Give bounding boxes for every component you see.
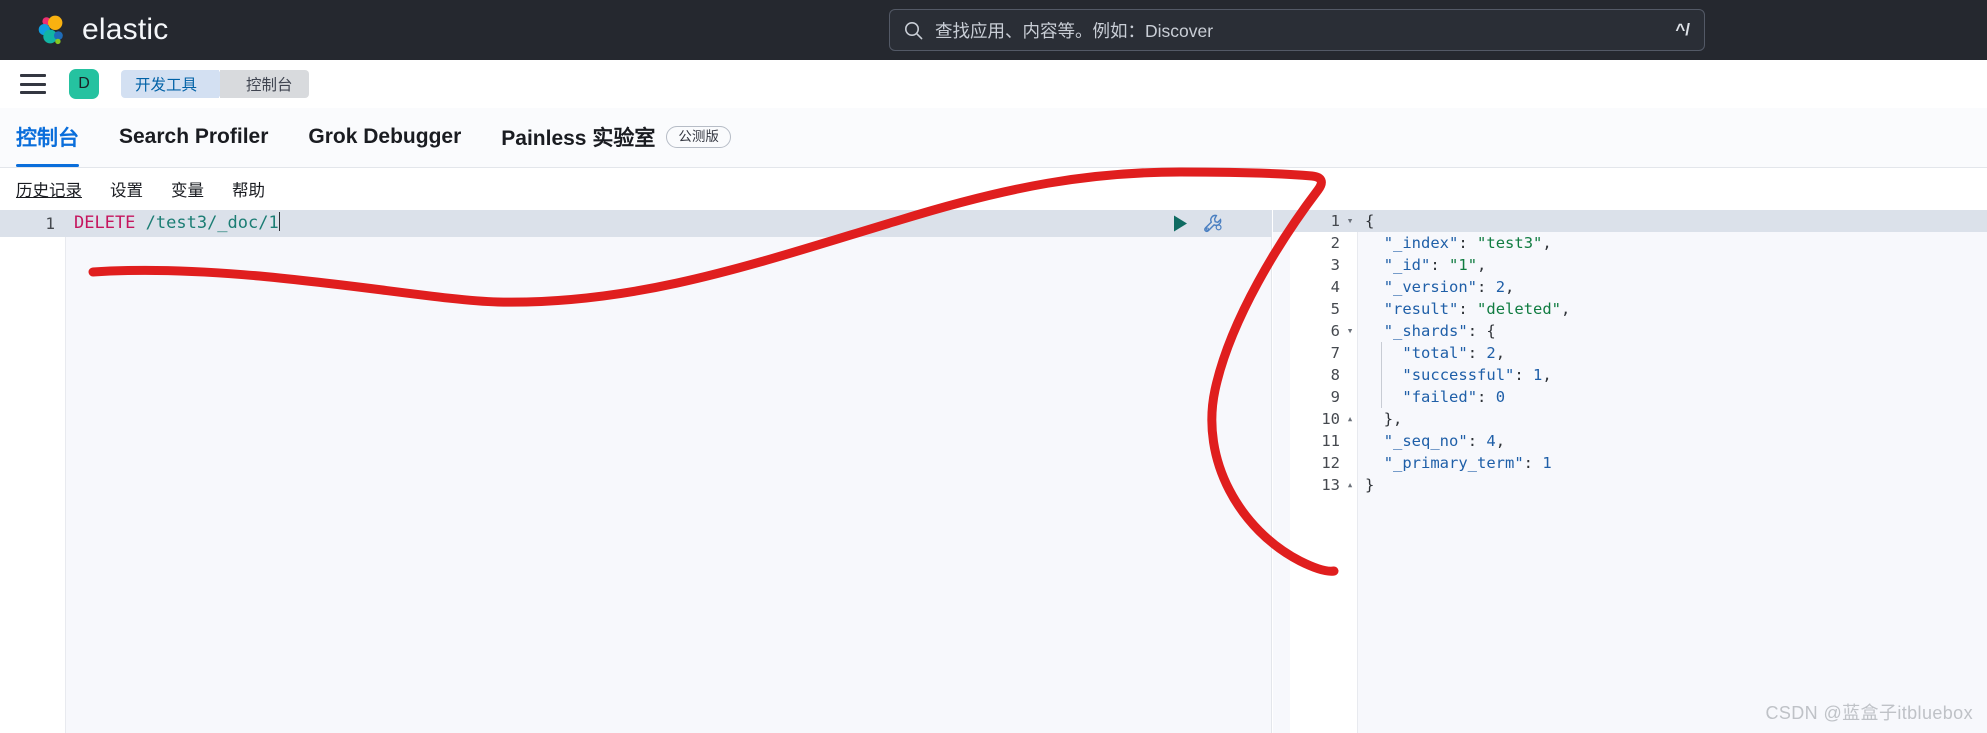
status-badge: 公测版 [666,125,731,149]
tab-search-profiler-label: Search Profiler [119,125,269,148]
console-page: elastic 查找应用、内容等。例如：Discover ^/ D 开发工具 控 [0,0,1987,733]
tab-search-profiler[interactable]: Search Profiler [119,107,268,167]
search-shortcut-hint: ^/ [1675,20,1690,39]
hamburger-menu-icon[interactable] [20,74,46,94]
response-json: 1 ▾{2 "_index": "test3", 3 "_id": "1", 4 "_… [1273,210,1987,496]
brand[interactable]: elastic [34,13,168,47]
fold-toggle-icon[interactable]: ▾ [1345,210,1355,232]
brand-name: elastic [82,13,169,46]
response-line-text: "_index": "test3", [1383,234,1552,252]
response-line: 12 "_primary_term": 1 [1273,452,1987,474]
response-line: 8 "successful": 1, [1273,364,1987,386]
console-panes: 1 DELETE /test3/_doc/1 1 ▾ {2 "_index":… [0,210,1987,733]
response-line-text: "_id": "1", [1383,256,1487,274]
response-line-number: 7 [1330,344,1340,362]
response-line-text: "_primary_term": 1 [1383,454,1552,472]
play-run-icon[interactable] [1172,214,1189,233]
breadcrumb-item-dev-tools[interactable]: 开发工具 [121,70,233,98]
response-line-number: 4 [1330,278,1340,296]
breadcrumb-item-console[interactable]: 控制台 [220,70,309,98]
response-line-text: "failed": 0 [1402,388,1506,406]
primary-tabs: 控制台 Search Profiler Grok Debugger Painle… [0,108,1987,168]
response-line-number: 11 [1321,432,1340,450]
search-input[interactable]: 查找应用、内容等。例如：Discover [935,18,1675,43]
request-editor[interactable]: 1 DELETE /test3/_doc/1 [0,210,1272,733]
response-line-text: "total": 2, [1402,344,1506,362]
breadcrumb-bar: D 开发工具 控制台 [0,60,1987,108]
response-line-text: { [1365,212,1375,230]
response-line: 9 "failed": 0 [1273,386,1987,408]
search-icon [904,21,923,40]
response-line-number: 12 [1321,454,1340,472]
tab-console[interactable]: 控制台 [16,107,79,167]
editor-actions [1172,210,1224,237]
response-line-number: 13 [1321,476,1340,494]
response-line: 4 "_version": 2, [1273,276,1987,298]
response-line: 3 "_id": "1", [1273,254,1987,276]
tab-painless-lab[interactable]: Painless 实验室 公测版 [501,107,731,167]
editor-gutter [0,210,66,733]
response-line-number: 9 [1330,388,1340,406]
response-line-number: 5 [1330,300,1340,318]
submenu-item-history[interactable]: 历史记录 [16,177,82,201]
watermark: CSDN @蓝盒子itbluebox [1765,703,1973,723]
response-line-text: "_shards": { [1383,322,1496,340]
request-path: /test3/_doc/1 [135,213,279,233]
global-header: elastic 查找应用、内容等。例如：Discover ^/ [0,0,1987,60]
editor-request-line[interactable]: DELETE /test3/_doc/1 [74,210,280,237]
fold-toggle-icon[interactable]: ▾ [1345,320,1355,342]
submenu-item-help[interactable]: 帮助 [232,177,265,201]
response-line-text: "_seq_no": 4, [1383,432,1506,450]
elastic-logo-icon [34,13,68,47]
response-line-text: "successful": 1, [1402,366,1552,384]
editor-line-number: 1 [45,214,55,233]
response-line: 5 "result": "deleted", [1273,298,1987,320]
response-line: 11 "_seq_no": 4, [1273,430,1987,452]
wrench-settings-icon[interactable] [1203,213,1224,234]
response-line-text: } [1365,476,1375,494]
response-line-number: 3 [1330,256,1340,274]
text-caret [278,212,280,231]
fold-toggle-icon[interactable]: ▴ [1345,474,1355,496]
avatar[interactable]: D [69,69,99,99]
response-line-text: "result": "deleted", [1383,300,1571,318]
response-line-number: 6 [1330,322,1340,340]
response-line: 10 ▴ }, [1273,408,1987,430]
response-line-text: "_version": 2, [1383,278,1515,296]
tab-grok-debugger[interactable]: Grok Debugger [308,107,461,167]
global-search[interactable]: 查找应用、内容等。例如：Discover ^/ [889,9,1705,51]
console-submenu: 历史记录 设置 变量 帮助 [0,168,1987,210]
breadcrumb: 开发工具 控制台 [121,70,309,98]
response-viewer[interactable]: 1 ▾{2 "_index": "test3", 3 "_id": "1", 4 "_… [1273,210,1987,733]
submenu-item-variables[interactable]: 变量 [171,177,204,201]
response-line: 2 "_index": "test3", [1273,232,1987,254]
response-line-number: 1 [1330,212,1340,230]
global-search-box[interactable]: 查找应用、内容等。例如：Discover ^/ [889,9,1705,51]
response-line: 7 "total": 2, [1273,342,1987,364]
response-line: 13 ▴} [1273,474,1987,496]
fold-toggle-icon[interactable]: ▴ [1345,408,1355,430]
response-line: 6 ▾ "_shards": { [1273,320,1987,342]
response-line: 1 ▾ { [1273,210,1987,232]
tab-console-label: 控制台 [16,127,79,150]
response-line-number: 8 [1330,366,1340,384]
response-line-text: }, [1383,410,1403,428]
submenu-item-settings[interactable]: 设置 [110,177,143,201]
response-line-number: 10 [1321,410,1340,428]
request-method: DELETE [74,213,136,233]
tab-painless-lab-label: Painless 实验室 [501,127,656,150]
tab-grok-debugger-label: Grok Debugger [308,125,462,148]
response-line-number: 2 [1330,234,1340,252]
